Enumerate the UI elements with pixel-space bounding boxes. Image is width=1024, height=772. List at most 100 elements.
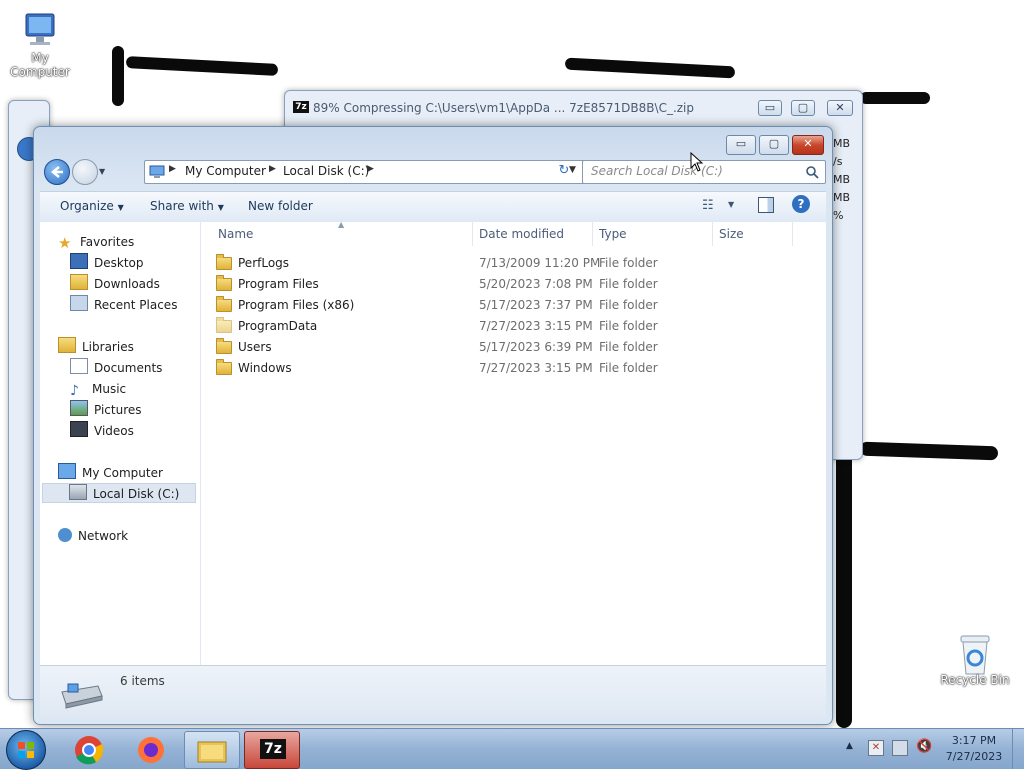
content-area: ★ Favorites Desktop Downloads Recent Plac… — [40, 220, 826, 665]
window-title: 89% Compressing C:\Users\vm1\AppDa ... 7… — [313, 101, 695, 115]
file-row[interactable]: Windows 7/27/2023 3:15 PM File folder — [212, 358, 812, 379]
network-icon — [58, 528, 72, 542]
scribble-stroke — [112, 46, 124, 106]
clock-time[interactable]: 3:17 PM — [944, 734, 1004, 747]
refresh-icon[interactable]: ↻ — [554, 163, 574, 181]
share-with-button[interactable]: Share with ▼ — [150, 199, 224, 213]
column-header-date-modified[interactable]: Date modified — [473, 222, 593, 246]
nav-recent-places[interactable]: Recent Places — [70, 295, 177, 315]
folder-icon — [216, 296, 232, 312]
nav-downloads[interactable]: Downloads — [70, 274, 160, 294]
nav-label: Recent Places — [94, 298, 178, 312]
firefox-taskbar-button[interactable] — [124, 731, 178, 767]
nav-favorites[interactable]: ★ Favorites — [58, 232, 134, 252]
back-arrow-icon — [51, 166, 63, 178]
documents-icon — [70, 358, 88, 374]
explorer-taskbar-button[interactable] — [184, 731, 240, 769]
help-icon[interactable]: ? — [792, 195, 810, 213]
nav-local-disk[interactable]: Local Disk (C:) — [42, 483, 196, 503]
taskbar: 7z ▲ ✕ 🔇 3:17 PM 7/27/2023 — [0, 728, 1024, 770]
forward-button[interactable] — [72, 159, 98, 185]
show-hidden-icons-button[interactable]: ▲ — [846, 741, 853, 751]
file-row[interactable]: PerfLogs 7/13/2009 11:20 PM File folder — [212, 253, 812, 274]
breadcrumb-chevron-icon[interactable]: ▶ — [269, 164, 276, 174]
back-button[interactable] — [44, 159, 70, 185]
file-row[interactable]: Users 5/17/2023 6:39 PM File folder — [212, 337, 812, 358]
search-icon[interactable] — [805, 165, 819, 179]
folder-icon — [216, 254, 232, 270]
breadcrumb-local-disk[interactable]: Local Disk (C:) — [283, 164, 369, 178]
scribble-stroke — [564, 57, 736, 79]
desktop-icon — [70, 253, 88, 269]
maximize-button[interactable]: ▢ — [791, 100, 815, 116]
file-row[interactable]: Program Files 5/20/2023 7:08 PM File fol… — [212, 274, 812, 295]
7zip-icon: 7z — [260, 739, 286, 759]
desktop-icon-my-computer[interactable]: My Computer — [0, 8, 80, 79]
nav-documents[interactable]: Documents — [70, 358, 162, 378]
windows-logo-icon — [18, 742, 34, 758]
scribble-stroke — [860, 92, 930, 104]
chrome-taskbar-button[interactable] — [62, 731, 116, 767]
share-with-label: Share with — [150, 199, 214, 213]
preview-pane-icon[interactable] — [758, 197, 774, 213]
action-center-icon[interactable]: ✕ — [868, 740, 884, 756]
music-icon: ♪ — [70, 383, 79, 399]
address-bar[interactable]: ▶ My Computer ▶ Local Disk (C:) ▶ ▼ — [144, 160, 586, 184]
chevron-down-icon: ▼ — [217, 203, 224, 212]
scribble-stroke — [836, 452, 852, 728]
computer-icon — [149, 165, 165, 178]
firefox-icon — [138, 737, 164, 763]
new-folder-button[interactable]: New folder — [248, 199, 313, 213]
folder-icon — [216, 338, 232, 354]
chevron-down-icon: ▼ — [117, 203, 124, 212]
nav-videos[interactable]: Videos — [70, 421, 134, 441]
stat-text: MB — [833, 137, 851, 150]
close-button[interactable]: ✕ — [792, 135, 824, 155]
details-pane: 6 items — [40, 665, 826, 718]
star-icon: ★ — [58, 234, 72, 252]
breadcrumb-my-computer[interactable]: My Computer — [185, 164, 266, 178]
show-desktop-button[interactable] — [1012, 729, 1024, 769]
nav-desktop[interactable]: Desktop — [70, 253, 144, 273]
nav-pictures[interactable]: Pictures — [70, 400, 142, 420]
view-options-dropdown[interactable]: ▼ — [728, 200, 734, 209]
network-icon[interactable] — [892, 740, 908, 756]
minimize-button[interactable]: ▭ — [726, 135, 756, 155]
chrome-icon — [75, 736, 104, 765]
desktop-icon-recycle-bin[interactable]: Recycle Bin — [935, 630, 1015, 687]
folder-icon — [197, 741, 227, 763]
column-header-size[interactable]: Size — [713, 222, 793, 246]
7zip-taskbar-button[interactable]: 7z — [244, 731, 300, 769]
maximize-button[interactable]: ▢ — [759, 135, 789, 155]
breadcrumb-chevron-icon[interactable]: ▶ — [367, 164, 374, 174]
search-box[interactable]: Search Local Disk (C:) — [582, 160, 826, 184]
nav-label: My Computer — [82, 466, 163, 480]
file-row[interactable]: Program Files (x86) 5/17/2023 7:37 PM Fi… — [212, 295, 812, 316]
change-view-icon[interactable]: ☷ — [702, 198, 714, 213]
start-button[interactable] — [6, 730, 46, 770]
organize-button[interactable]: Organize ▼ — [60, 199, 124, 213]
minimize-button[interactable]: ▭ — [758, 100, 782, 116]
recent-pages-dropdown[interactable]: ▼ — [99, 167, 105, 176]
nav-label: Desktop — [94, 256, 144, 270]
hard-drive-icon — [61, 683, 103, 709]
sort-up-icon: ▲ — [338, 220, 345, 229]
file-type: File folder — [599, 256, 658, 270]
nav-my-computer[interactable]: My Computer — [58, 463, 163, 483]
file-name: Program Files (x86) — [238, 298, 355, 312]
command-bar: Organize ▼ Share with ▼ New folder ☷ ▼ ? — [40, 191, 826, 223]
nav-libraries[interactable]: Libraries — [58, 337, 134, 357]
file-date: 5/17/2023 6:39 PM — [479, 340, 593, 354]
explorer-window[interactable]: ▭ ▢ ✕ ▼ ▶ My Computer ▶ Local Disk (C:) … — [33, 126, 833, 725]
close-button[interactable]: ✕ — [827, 100, 853, 116]
computer-icon — [58, 463, 76, 479]
nav-network[interactable]: Network — [58, 526, 128, 546]
breadcrumb-chevron-icon[interactable]: ▶ — [169, 164, 176, 174]
folder-icon — [216, 359, 232, 375]
volume-muted-icon[interactable]: 🔇 — [916, 739, 932, 754]
column-header-type[interactable]: Type — [593, 222, 713, 246]
nav-music[interactable]: ♪ Music — [70, 379, 126, 399]
clock-date[interactable]: 7/27/2023 — [944, 750, 1004, 763]
file-row[interactable]: ProgramData 7/27/2023 3:15 PM File folde… — [212, 316, 812, 337]
computer-icon — [25, 13, 55, 45]
